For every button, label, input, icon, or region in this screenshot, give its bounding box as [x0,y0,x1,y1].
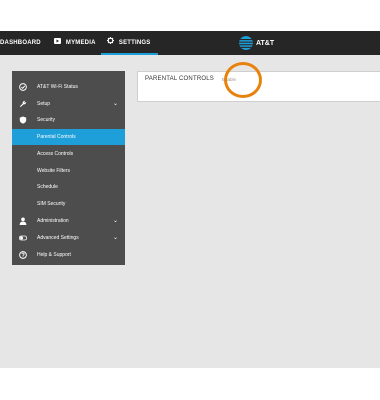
sidebar-item-schedule[interactable]: Schedule [12,179,125,195]
nav-dashboard-label: DASHBOARD [0,40,41,46]
chevron-down-icon: ⌄ [112,235,118,241]
nav-dashboard[interactable]: DASHBOARD [0,31,41,55]
settings-sidebar: AT&T Wi-Fi Status Setup ⌄ Security Paren… [12,71,125,265]
sidebar-item-label: Access Controls [37,151,74,157]
page-title: PARENTAL CONTROLS [145,76,214,82]
brand-name: AT&T [256,39,275,47]
nav-mymedia[interactable]: MYMEDIA [54,31,96,55]
sidebar-item-label: Administration [37,218,69,224]
sidebar-item-label: Schedule [37,184,58,190]
sidebar-item-label: Help & Support [37,252,71,258]
nav-settings-label: SETTINGS [118,40,151,46]
sidebar-item-help-support[interactable]: Help & Support [12,247,125,263]
sidebar-item-label: Parental Controls [37,134,76,140]
sidebar-item-security[interactable]: Security [12,112,125,128]
att-globe-icon [239,36,253,50]
sidebar-item-label: Website Filters [37,168,70,174]
att-logo[interactable]: AT&T [239,35,274,51]
sidebar-item-label: AT&T Wi-Fi Status [37,84,78,90]
media-icon [54,31,61,55]
sidebar-item-administration[interactable]: Administration ⌄ [12,213,125,229]
toggle-icon [19,234,27,242]
sidebar-item-website-filters[interactable]: Website Filters [12,163,125,179]
check-circle-icon [19,83,27,91]
sidebar-item-advanced-settings[interactable]: Advanced Settings ⌄ [12,230,125,246]
top-nav-bar: DASHBOARD MYMEDIA SETTINGS AT&T [0,31,380,55]
person-icon [19,217,27,225]
sidebar-item-setup[interactable]: Setup ⌄ [12,96,125,112]
sidebar-item-wifi-status[interactable]: AT&T Wi-Fi Status [12,79,125,95]
sidebar-item-label: Setup [37,101,51,107]
bottom-margin [0,368,380,400]
sidebar-item-label: SIM Security [37,201,66,207]
wrench-icon [19,100,27,108]
nav-settings[interactable]: SETTINGS [107,31,150,55]
sidebar-item-parental-controls[interactable]: Parental Controls [12,129,125,145]
nav-mymedia-label: MYMEDIA [65,40,96,46]
sidebar-item-label: Advanced Settings [37,235,79,241]
sidebar-item-access-controls[interactable]: Access Controls [12,146,125,162]
chevron-down-icon: ⌄ [112,218,118,224]
shield-icon [19,116,27,124]
sidebar-item-sim-security[interactable]: SIM Security [12,196,125,212]
highlight-ring [224,62,262,98]
top-margin [0,0,380,31]
question-circle-icon [19,251,27,259]
chevron-down-icon: ⌄ [112,101,118,107]
sidebar-item-label: Security [37,117,56,123]
gear-icon [107,31,114,55]
